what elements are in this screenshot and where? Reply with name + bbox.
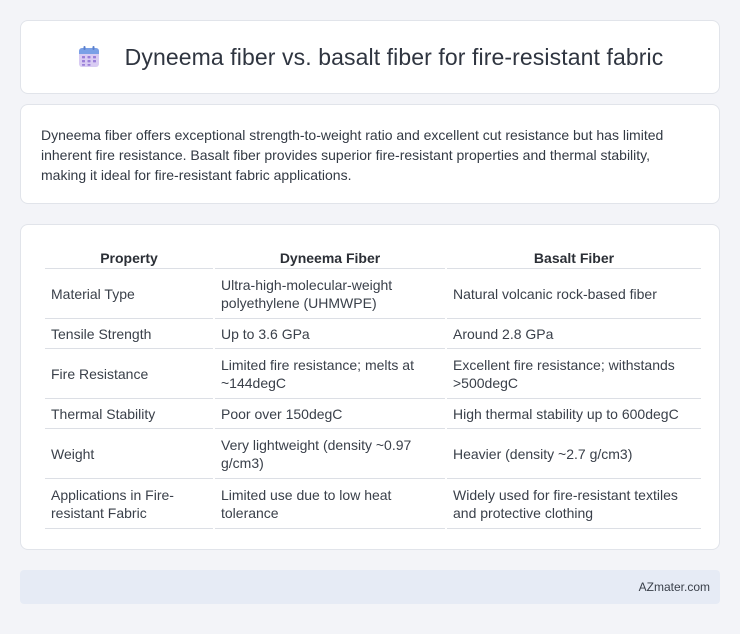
summary-card: Dyneema fiber offers exceptional strengt… <box>20 104 720 204</box>
calendar-grid-icon <box>78 46 99 67</box>
cell-dyneema: Up to 3.6 GPa <box>215 319 445 349</box>
cell-property: Weight <box>45 429 213 479</box>
table-row: Tensile Strength Up to 3.6 GPa Around 2.… <box>45 319 701 349</box>
cell-dyneema: Poor over 150degC <box>215 399 445 429</box>
cell-basalt: High thermal stability up to 600degC <box>447 399 701 429</box>
cell-dyneema: Limited use due to low heat tolerance <box>215 479 445 529</box>
cell-basalt: Excellent fire resistance; withstands >5… <box>447 349 701 399</box>
header-property: Property <box>45 245 213 269</box>
cell-basalt: Heavier (density ~2.7 g/cm3) <box>447 429 701 479</box>
table-row: Material Type Ultra-high-molecular-weigh… <box>45 269 701 319</box>
table-row: Weight Very lightweight (density ~0.97 g… <box>45 429 701 479</box>
cell-property: Applications in Fire-resistant Fabric <box>45 479 213 529</box>
header-basalt: Basalt Fiber <box>447 245 701 269</box>
table-header-row: Property Dyneema Fiber Basalt Fiber <box>45 245 701 269</box>
cell-dyneema: Limited fire resistance; melts at ~144de… <box>215 349 445 399</box>
cell-property: Material Type <box>45 269 213 319</box>
cell-basalt: Widely used for fire-resistant textiles … <box>447 479 701 529</box>
page-title: Dyneema fiber vs. basalt fiber for fire-… <box>124 43 664 70</box>
cell-dyneema: Very lightweight (density ~0.97 g/cm3) <box>215 429 445 479</box>
table-row: Applications in Fire-resistant Fabric Li… <box>45 479 701 529</box>
summary-text: Dyneema fiber offers exceptional strengt… <box>41 127 664 183</box>
cell-basalt: Natural volcanic rock-based fiber <box>447 269 701 319</box>
cell-property: Tensile Strength <box>45 319 213 349</box>
footer-bar: AZmater.com <box>20 570 720 604</box>
footer-site-link[interactable]: AZmater.com <box>639 580 710 594</box>
comparison-table: Property Dyneema Fiber Basalt Fiber Mate… <box>43 245 703 529</box>
cell-basalt: Around 2.8 GPa <box>447 319 701 349</box>
comparison-table-card: Property Dyneema Fiber Basalt Fiber Mate… <box>20 224 720 550</box>
title-card: Dyneema fiber vs. basalt fiber for fire-… <box>20 20 720 94</box>
cell-property: Fire Resistance <box>45 349 213 399</box>
cell-dyneema: Ultra-high-molecular-weight polyethylene… <box>215 269 445 319</box>
header-dyneema: Dyneema Fiber <box>215 245 445 269</box>
cell-property: Thermal Stability <box>45 399 213 429</box>
table-row: Thermal Stability Poor over 150degC High… <box>45 399 701 429</box>
title-wrap: Dyneema fiber vs. basalt fiber for fire-… <box>77 44 664 71</box>
table-row: Fire Resistance Limited fire resistance;… <box>45 349 701 399</box>
